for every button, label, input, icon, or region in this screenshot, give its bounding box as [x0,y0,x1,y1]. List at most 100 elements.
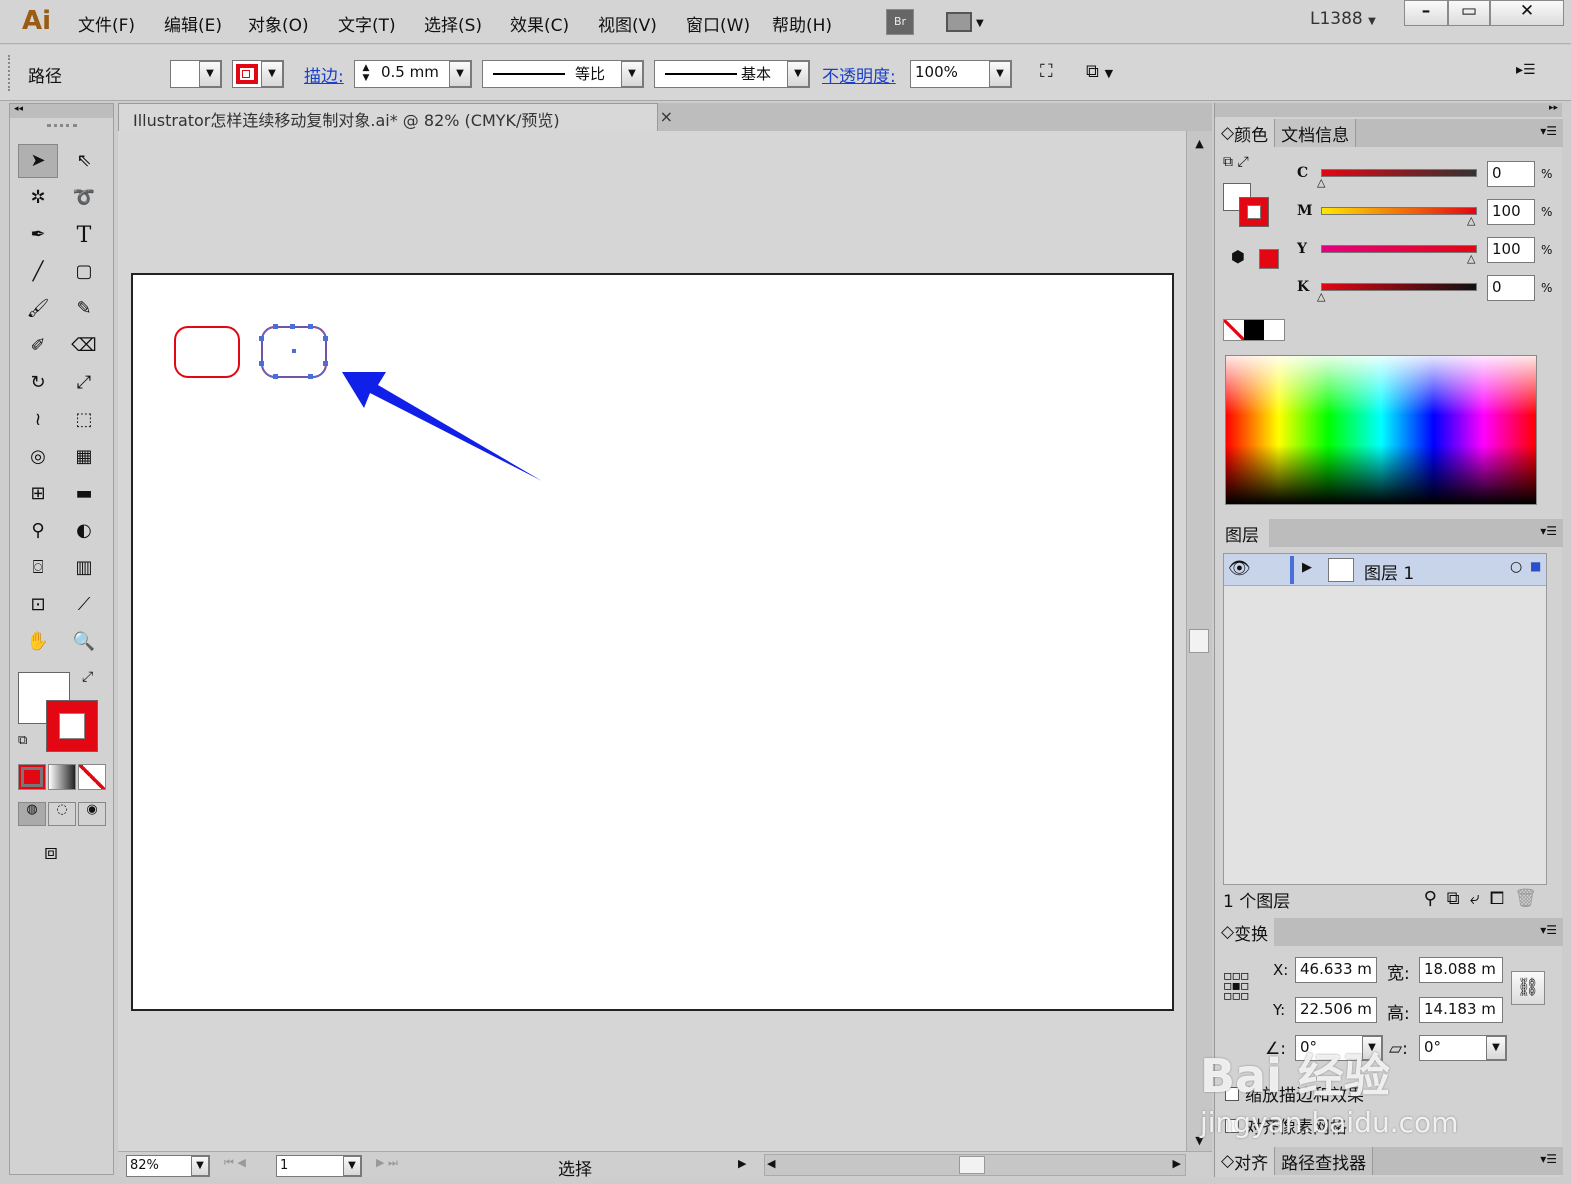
scale-strokes-option[interactable]: 缩放描边和效果 [1225,1081,1364,1106]
document-tab[interactable]: Illustrator怎样连续移动复制对象.ai* @ 82% (CMYK/预览… [118,103,673,131]
menu-effect[interactable]: 效果(C) [510,11,598,36]
minimize-button[interactable]: – [1404,0,1448,26]
close-tab-icon[interactable]: × [660,107,673,126]
gamut-swatch[interactable] [1259,249,1279,269]
gradient-mode-icon[interactable] [48,764,76,790]
menu-file[interactable]: 文件(F) [78,11,164,36]
tab-transform[interactable]: ◇ 变换 [1215,918,1275,946]
column-graph-tool-icon[interactable]: ▥ [64,551,104,585]
bridge-button[interactable]: Br [886,9,914,35]
menu-select[interactable]: 选择(S) [424,11,510,36]
rounded-rectangle-tool-icon[interactable]: ▢ [64,255,104,289]
brush-definition[interactable]: 基本 ▼ [654,60,810,88]
channel-slider[interactable]: △ [1321,207,1477,227]
artboard-tool-icon[interactable]: ⊡ [18,588,58,622]
variable-width-profile[interactable]: 等比 ▼ [482,60,644,88]
zoom-field[interactable]: 82% ▼ [126,1155,210,1177]
channel-slider[interactable]: △ [1321,245,1477,265]
next-artboard-button[interactable]: ▶ ⏭ [376,1156,398,1170]
artboard-number-field[interactable]: 1 ▼ [276,1155,362,1177]
lasso-tool-icon[interactable]: ➰ [64,181,104,215]
layer-name[interactable]: 图层 1 [1364,559,1414,584]
menu-view[interactable]: 视图(V) [598,11,686,36]
eyedropper-tool-icon[interactable]: ⚲ [18,514,58,548]
shear-field[interactable]: 0° ▼ [1419,1035,1507,1061]
color-spectrum[interactable] [1225,355,1537,505]
direct-selection-tool-icon[interactable]: ⇖ [64,144,104,178]
menu-object[interactable]: 对象(O) [248,11,338,36]
menu-window[interactable]: 窗口(W) [686,11,772,36]
menu-type[interactable]: 文字(T) [338,11,424,36]
vertical-scrollbar[interactable]: ▲ ▼ [1186,131,1212,1151]
fill-stroke-mini-swap-icon[interactable]: ⧉ ⤢ [1223,155,1249,169]
align-pixel-grid-option[interactable]: 对齐像素网格 [1225,1113,1347,1138]
menu-edit[interactable]: 编辑(E) [164,11,248,36]
status-menu-arrow[interactable]: ▶ [738,1157,746,1170]
horizontal-scrollbar[interactable]: ◀ ▶ [764,1154,1186,1176]
rotate-tool-icon[interactable]: ↻ [18,366,58,400]
draw-normal-icon[interactable]: ◍ [18,802,46,826]
perspective-grid-tool-icon[interactable]: ▦ [64,440,104,474]
vertical-scroll-thumb[interactable] [1189,629,1209,653]
blob-brush-tool-icon[interactable]: ✐ [18,329,58,363]
channel-value[interactable]: 100 [1487,237,1535,263]
hand-tool-icon[interactable]: ✋ [18,625,58,659]
panel-menu-icon[interactable]: ▸☰ [1516,63,1536,77]
target-circle-icon[interactable]: ○ [1510,559,1522,575]
isolate-icon[interactable]: ⧉ ▼ [1086,63,1113,81]
stroke-link[interactable]: 描边: [304,62,344,87]
selection-square-icon[interactable]: ■ [1530,559,1541,573]
close-button[interactable]: ✕ [1490,0,1564,26]
canvas-area[interactable] [118,131,1186,1151]
layer-row[interactable]: 👁 ▶ 图层 1 ○ ■ [1224,554,1546,586]
workspace-switcher[interactable]: L1388 ▼ [1310,9,1376,29]
layers-panel-menu-icon[interactable]: ▾☰ [1534,519,1563,547]
channel-value[interactable]: 100 [1487,199,1535,225]
pencil-tool-icon[interactable]: ✎ [64,292,104,326]
tab-color[interactable]: ◇ 颜色 [1215,119,1275,147]
swap-fill-stroke-icon[interactable]: ⤢ [82,670,93,684]
eraser-tool-icon[interactable]: ⌫ [64,329,104,363]
scale-tool-icon[interactable]: ⤢ [64,366,104,400]
draw-inside-icon[interactable]: ◉ [78,802,106,826]
slider-handle-icon[interactable]: △ [1317,176,1325,189]
expand-layer-icon[interactable]: ▶ [1302,560,1312,575]
tab-pathfinder[interactable]: 路径查找器 [1274,1147,1374,1175]
out-of-gamut-icon[interactable]: ⬢ [1231,249,1245,265]
menu-help[interactable]: 帮助(H) [772,11,858,36]
default-fill-stroke-icon[interactable]: ⧉ [18,734,27,747]
draw-behind-icon[interactable]: ◌ [48,802,76,826]
color-mode-icon[interactable] [18,764,46,790]
x-field[interactable]: 46.633 m [1295,957,1377,983]
slider-handle-icon[interactable]: △ [1317,290,1325,303]
stroke-weight-field[interactable]: 0.5 mm ▲ ▼ ▼ [354,60,472,88]
warp-tool-icon[interactable]: ≀ [18,403,58,437]
arrange-documents-button[interactable]: ▼ [944,10,988,34]
type-tool-icon[interactable]: T [64,218,104,252]
new-layer-icon[interactable]: ⧠ [1490,890,1504,908]
w-field[interactable]: 18.088 m [1419,957,1503,983]
color-panel-menu-icon[interactable]: ▾☰ [1534,119,1563,147]
channel-value[interactable]: 0 [1487,275,1535,301]
opacity-link[interactable]: 不透明度: [822,62,896,87]
channel-slider[interactable]: △ [1317,169,1477,189]
visibility-eye-icon[interactable]: 👁 [1228,560,1251,578]
constrain-proportions-icon[interactable]: ⛓ [1511,971,1545,1005]
tab-document-info[interactable]: 文档信息 [1274,119,1357,147]
none-mode-icon[interactable] [78,764,106,790]
none-black-white-swatches[interactable] [1223,319,1285,341]
new-sublayer-icon[interactable]: ⤶ [1470,890,1480,908]
screen-mode-icon[interactable]: ⧈ [44,842,58,864]
symbol-sprayer-tool-icon[interactable]: ⌼ [18,551,58,585]
selection-tool-icon[interactable]: ➤ [18,144,58,178]
locate-object-icon[interactable]: ⚲ [1424,890,1437,908]
slider-handle-icon[interactable]: △ [1467,214,1475,227]
zoom-tool-icon[interactable]: 🔍 [64,625,104,659]
h-field[interactable]: 14.183 m [1419,997,1503,1023]
first-artboard-button[interactable]: ⏮ ◀ [224,1156,246,1170]
rotate-field[interactable]: 0° ▼ [1295,1035,1383,1061]
channel-slider[interactable]: △ [1317,283,1477,303]
delete-layer-icon[interactable]: 🗑 [1514,890,1537,908]
stroke-swatch[interactable]: ▼ [232,60,284,88]
fill-swatch[interactable]: ▼ [170,60,222,88]
